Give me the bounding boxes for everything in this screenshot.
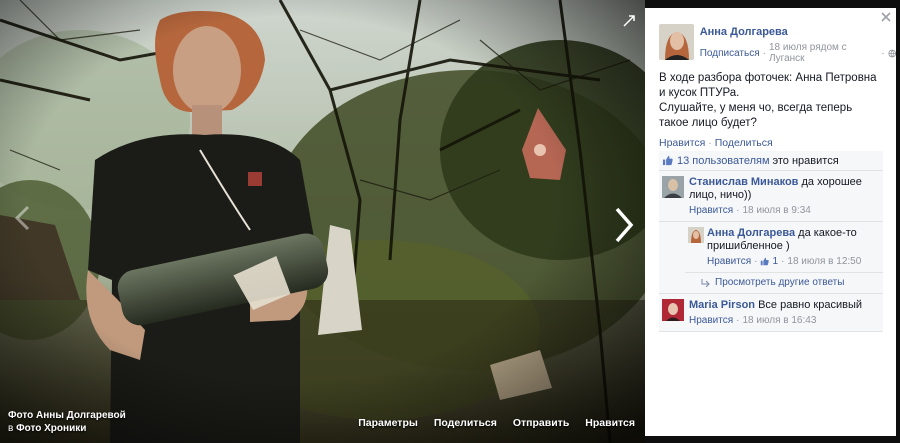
comment-item: Станислав Минаков да хорошее лицо, ничо)… xyxy=(659,171,883,222)
send-button[interactable]: Отправить xyxy=(513,417,569,429)
photo-viewer: Фото Анны Долгаревой в Фото Хроники Пара… xyxy=(0,0,645,443)
comment-author[interactable]: Maria Pirson xyxy=(689,299,755,311)
comment-time[interactable]: 18 июля в 9:34 xyxy=(742,204,810,217)
comment-item: Maria Pirson Все равно красивый Нравится… xyxy=(659,294,883,332)
photo-caption: Фото Анны Долгаревой в Фото Хроники xyxy=(8,409,126,435)
next-photo-button[interactable] xyxy=(611,205,637,245)
photo xyxy=(0,0,645,443)
reply-like-count[interactable]: 1 xyxy=(772,255,778,268)
commenter-avatar[interactable] xyxy=(662,176,684,198)
comment-time[interactable]: 18 июля в 16:43 xyxy=(742,314,816,327)
like-button[interactable]: Нравится xyxy=(585,417,635,429)
reply-time[interactable]: 18 июля в 12:50 xyxy=(787,255,861,268)
globe-icon[interactable] xyxy=(887,49,896,58)
thumbs-up-icon xyxy=(761,257,770,266)
post-share-link[interactable]: Поделиться xyxy=(715,137,773,149)
meta-separator: · xyxy=(736,205,740,216)
reply-item: Анна Долгарева да какое-то пришибленное … xyxy=(685,222,883,273)
subscribe-link[interactable]: Подписаться xyxy=(700,48,760,59)
reply-avatar[interactable] xyxy=(688,227,704,243)
caption-owner[interactable]: Фото Анны Долгаревой xyxy=(8,409,126,422)
post-text-body: В ходе разбора фоточек: Анна Петровна и … xyxy=(659,72,877,129)
thumbs-up-icon xyxy=(662,155,673,166)
likes-text: это нравится xyxy=(772,154,839,167)
post-header: Анна Долгарева Подписаться · 18 июля ряд… xyxy=(659,24,896,64)
share-button[interactable]: Поделиться xyxy=(434,417,497,429)
more-replies-link[interactable]: Просмотреть другие ответы xyxy=(659,273,883,294)
author-avatar[interactable] xyxy=(659,24,694,60)
photo-actions-bar: Параметры Поделиться Отправить Нравится xyxy=(358,417,635,429)
action-separator: · xyxy=(708,137,712,149)
meta-separator: · xyxy=(781,256,785,267)
reply-author[interactable]: Анна Долгарева xyxy=(707,227,795,239)
post-text: В ходе разбора фоточек: Анна Петровна и … xyxy=(659,71,879,131)
comment-text: Все равно красивый xyxy=(758,299,863,311)
post-panel: Анна Долгарева Подписаться · 18 июля ряд… xyxy=(645,8,896,436)
meta-separator: · xyxy=(762,47,766,59)
post-like-link[interactable]: Нравится xyxy=(659,137,705,149)
fullscreen-icon[interactable] xyxy=(622,14,636,28)
reply-arrow-icon xyxy=(701,278,710,287)
previous-photo-button[interactable] xyxy=(8,203,38,233)
more-replies-label[interactable]: Просмотреть другие ответы xyxy=(715,277,844,288)
meta-separator: · xyxy=(736,315,740,326)
caption-in: в xyxy=(8,423,14,434)
replies: Анна Долгарева да какое-то пришибленное … xyxy=(685,222,883,273)
comments-section: 13 пользователям это нравится Станислав … xyxy=(659,151,883,332)
post-meta: 18 июля рядом с Луганск xyxy=(768,42,847,64)
comment-like-link[interactable]: Нравится xyxy=(689,204,733,217)
comment-like-link[interactable]: Нравится xyxy=(689,314,733,327)
caption-album-link[interactable]: Фото Хроники xyxy=(16,423,86,434)
commenter-avatar[interactable] xyxy=(662,299,684,321)
reply-like-link[interactable]: Нравится xyxy=(707,255,751,268)
likes-summary: 13 пользователям это нравится xyxy=(659,151,883,171)
meta-separator: · xyxy=(881,47,885,59)
close-icon[interactable] xyxy=(880,11,892,23)
comment-author[interactable]: Станислав Минаков xyxy=(689,176,798,188)
author-name[interactable]: Анна Долгарева xyxy=(700,26,896,38)
options-button[interactable]: Параметры xyxy=(358,417,418,429)
likers-link[interactable]: 13 пользователям xyxy=(677,155,770,167)
post-actions: Нравится · Поделиться xyxy=(659,137,773,149)
meta-separator: · xyxy=(754,256,758,267)
